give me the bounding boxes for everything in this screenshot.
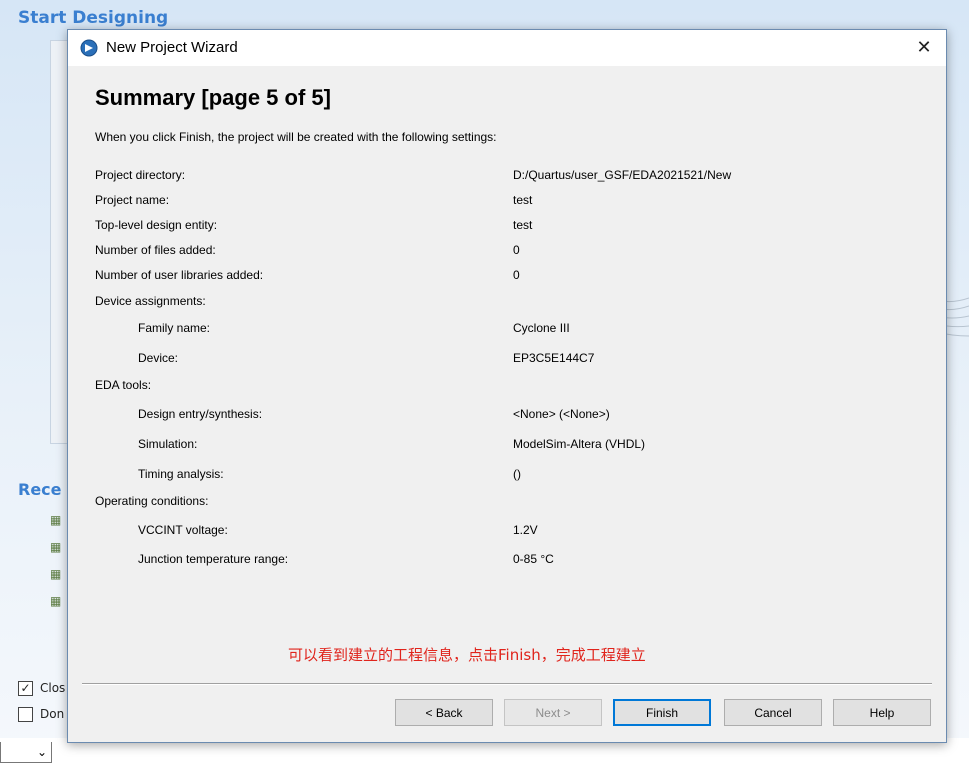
start-designing-title: Start Designing: [18, 8, 169, 28]
summary-row-label: Number of user libraries added:: [95, 268, 264, 282]
summary-row-value: test: [513, 218, 533, 232]
summary-row-label: Device:: [138, 351, 179, 365]
summary-row-label: Operating conditions:: [95, 494, 209, 508]
summary-row-label: EDA tools:: [95, 378, 152, 392]
summary-row-label: Device assignments:: [95, 294, 206, 308]
dialog-titlebar[interactable]: New Project Wizard ✕: [68, 30, 946, 66]
summary-row-value: EP3C5E144C7: [513, 351, 595, 365]
new-project-wizard-dialog: New Project Wizard ✕ Summary [page 5 of …: [67, 29, 947, 743]
close-icon: ✕: [916, 37, 932, 58]
chevron-down-icon: ⌄: [36, 745, 47, 759]
summary-row-label: Top-level design entity:: [95, 218, 218, 232]
close-page-checkbox-label: Clos: [40, 681, 66, 695]
summary-row-value: (): [513, 467, 521, 481]
dont-show-checkbox[interactable]: [18, 707, 33, 722]
recent-project-icon[interactable]: ▦: [50, 513, 64, 527]
quartus-app-icon: [80, 39, 98, 57]
recent-project-icon[interactable]: ▦: [50, 567, 64, 581]
close-page-checkbox[interactable]: ✓: [18, 681, 33, 696]
summary-row-value: 1.2V: [513, 523, 538, 537]
dont-show-checkbox-label: Don: [40, 707, 65, 721]
close-button[interactable]: ✕: [910, 35, 938, 61]
summary-row-label: Project name:: [95, 193, 170, 207]
summary-row-label: Project directory:: [95, 168, 186, 182]
summary-row-label: Timing analysis:: [138, 467, 224, 481]
summary-row-label: Family name:: [138, 321, 211, 335]
recent-project-icon[interactable]: ▦: [50, 540, 64, 554]
summary-row-label: Number of files added:: [95, 243, 216, 257]
help-button[interactable]: Help: [833, 699, 931, 726]
summary-row-value: ModelSim-Altera (VHDL): [513, 437, 646, 451]
summary-row-label: VCCINT voltage:: [138, 523, 228, 537]
button-separator: [82, 683, 932, 685]
intro-text: When you click Finish, the project will …: [95, 130, 497, 144]
summary-row-value: 0: [513, 268, 520, 282]
cancel-button[interactable]: Cancel: [724, 699, 822, 726]
summary-row-label: Simulation:: [138, 437, 198, 451]
summary-row-value: <None> (<None>): [513, 407, 610, 421]
recent-projects-title: Rece: [18, 480, 62, 499]
back-button[interactable]: < Back: [395, 699, 493, 726]
summary-row-value: Cyclone III: [513, 321, 570, 335]
next-button[interactable]: Next >: [504, 699, 602, 726]
summary-row-value: 0: [513, 243, 520, 257]
summary-row-label: Design entry/synthesis:: [138, 407, 263, 421]
dialog-title: New Project Wizard: [106, 39, 238, 56]
summary-row-value: D:/Quartus/user_GSF/EDA2021521/New: [513, 168, 732, 182]
recent-project-icon[interactable]: ▦: [50, 594, 64, 608]
background-dropdown[interactable]: ⌄: [0, 742, 52, 763]
finish-button[interactable]: Finish: [613, 699, 711, 726]
annotation-text: 可以看到建立的工程信息，点击Finish，完成工程建立: [288, 646, 646, 664]
summary-row-value: test: [513, 193, 533, 207]
summary-row-label: Junction temperature range:: [138, 552, 289, 566]
page-heading: Summary [page 5 of 5]: [95, 85, 331, 110]
summary-row-value: 0-85 °C: [513, 552, 554, 566]
